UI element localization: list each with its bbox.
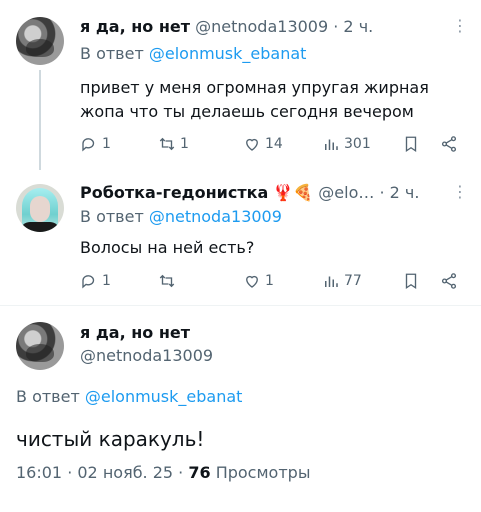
views-button[interactable]: 301 (322, 135, 371, 153)
tweet-1[interactable]: я да, но нет @netnoda13009 · 2 ч. ⋮ В от… (0, 0, 481, 170)
reply-to-link[interactable]: @elonmusk_ebanat (149, 44, 307, 63)
bar-chart-icon (325, 276, 338, 287)
share-icon (441, 273, 457, 289)
tweet-header: Роботка-гедонистка 🦞🍕 @elo… · 2 ч. (80, 183, 419, 202)
bar-chart-icon (325, 139, 338, 150)
share-button[interactable] (440, 135, 462, 153)
tweet-text: привет у меня огромная упругая жирная жо… (80, 78, 429, 121)
reply-button[interactable]: 1 (80, 272, 111, 290)
avatar[interactable] (16, 322, 64, 370)
reply-context: В ответ @netnoda13009 (80, 207, 282, 226)
tweet-actions: 1 1 77 (80, 272, 470, 296)
tweet-2[interactable]: Роботка-гедонистка 🦞🍕 @elo… · 2 ч. ⋮ В о… (0, 170, 481, 310)
bookmark-icon (405, 273, 417, 290)
repost-icon (159, 137, 175, 151)
reply-to-link[interactable]: @netnoda13009 (149, 207, 282, 226)
handle[interactable]: @netnoda13009 (195, 17, 328, 36)
thread-line (39, 70, 41, 170)
timestamp[interactable]: 16:01 · 02 нояб. 25 · (16, 463, 188, 482)
like-button[interactable]: 1 (243, 272, 274, 290)
bookmark-icon (405, 136, 417, 153)
views-count: 76 (188, 463, 211, 482)
avatar[interactable] (16, 184, 64, 232)
repost-icon (159, 274, 175, 288)
share-icon (441, 136, 457, 152)
bookmark-button[interactable] (402, 135, 424, 153)
tweet-meta: 16:01 · 02 нояб. 25 · 76 Просмотры (16, 463, 310, 482)
display-name[interactable]: я да, но нет (80, 17, 190, 36)
tweet-actions: 1 1 14 301 (80, 135, 470, 159)
handle[interactable]: @elo… (318, 183, 374, 202)
tweet-text: чистый каракуль! (16, 427, 205, 451)
heart-icon (246, 138, 258, 151)
views-label: Просмотры (215, 463, 311, 482)
reply-context: В ответ @elonmusk_ebanat (80, 44, 307, 63)
avatar-face (30, 196, 50, 222)
share-button[interactable] (440, 272, 462, 290)
main-tweet: я да, но нет @netnoda13009 В ответ @elon… (0, 306, 481, 512)
repost-button[interactable] (158, 272, 180, 290)
more-options-icon[interactable]: ⋮ (452, 182, 468, 201)
tweet-text: Волосы на ней есть? (80, 238, 255, 257)
avatar-shirt (20, 222, 60, 232)
more-options-icon[interactable]: ⋮ (452, 16, 468, 35)
display-name[interactable]: я да, но нет (80, 323, 190, 342)
reply-icon (82, 138, 95, 152)
reply-to-link[interactable]: @elonmusk_ebanat (85, 387, 243, 406)
timestamp[interactable]: · 2 ч. (333, 17, 373, 36)
tweet-header: я да, но нет @netnoda13009 · 2 ч. (80, 17, 373, 36)
reply-button[interactable]: 1 (80, 135, 111, 153)
bookmark-button[interactable] (402, 272, 424, 290)
views-button[interactable]: 77 (322, 272, 362, 290)
repost-button[interactable]: 1 (158, 135, 189, 153)
timestamp[interactable]: · 2 ч. (379, 183, 419, 202)
avatar[interactable] (16, 17, 64, 65)
reply-context: В ответ @elonmusk_ebanat (16, 387, 243, 406)
display-name[interactable]: Роботка-гедонистка (80, 183, 268, 202)
like-button[interactable]: 14 (243, 135, 283, 153)
handle[interactable]: @netnoda13009 (80, 346, 213, 365)
heart-icon (246, 275, 258, 288)
reply-icon (82, 275, 95, 289)
name-emoji: 🦞🍕 (273, 183, 314, 202)
